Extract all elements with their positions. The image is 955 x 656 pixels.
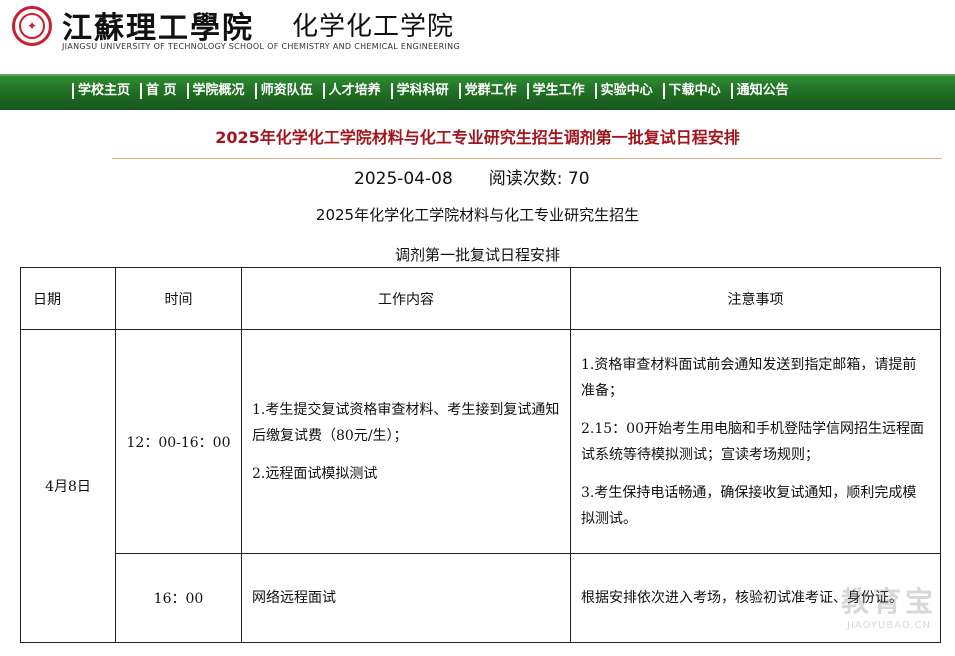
watermark-text: 教育宝 — [840, 585, 937, 618]
school-name[interactable]: 化学化工学院 — [292, 6, 454, 43]
header-content: 工作内容 — [241, 267, 571, 330]
content-item: 1.考生提交复试资格审查材料、考生接到复试通知后缴复试费（80元/生）； — [252, 401, 560, 444]
nav-item-students[interactable]: 学生工作 — [526, 83, 591, 99]
nav-item-party[interactable]: 党群工作 — [458, 83, 523, 99]
nav-item-school-home[interactable]: 学校主页 — [72, 83, 136, 99]
header-notes: 注意事项 — [570, 267, 941, 330]
header-time: 时间 — [115, 267, 242, 330]
article-meta: 2025-04-08 阅读次数: 70 — [354, 164, 590, 189]
table-header-row: 日期 时间 工作内容 注意事项 — [20, 267, 941, 330]
article-title: 2025年化学化工学院材料与化工专业研究生招生调剂第一批复试日程安排 — [215, 128, 740, 147]
nav-item-education[interactable]: 人才培养 — [322, 83, 387, 99]
seal-inner-ring: ✦ — [19, 13, 45, 39]
table-row: 16：00 网络远程面试 根据安排依次进入考场，核验初试准考证、身份证。 — [21, 553, 941, 643]
content-cell: 网络远程面试 — [241, 553, 571, 643]
title-divider — [112, 158, 942, 159]
nav-item-home[interactable]: 首 页 — [140, 83, 183, 99]
view-count: 阅读次数: 70 — [488, 169, 590, 189]
watermark-logo: 教育宝 JIAOYUBAO.CN — [841, 580, 937, 631]
nav-list: 学校主页 首 页 学院概况 师资队伍 人才培养 学科科研 党群工作 学生工作 实… — [72, 83, 799, 99]
time-cell: 16：00 — [115, 553, 242, 643]
note-item: 1.资格审查材料面试前会通知发送到指定邮箱，请提前准备； — [581, 356, 917, 399]
schedule-table: 日期 时间 工作内容 注意事项 4月8日 12：00-16：00 1.考生提交复… — [20, 267, 941, 643]
note-item: 2.15：00开始考生用电脑和手机登陆学信网招生远程面试系统等待模拟测试；宣读考… — [581, 420, 924, 463]
nav-item-notices[interactable]: 通知公告 — [730, 83, 795, 99]
publish-date: 2025-04-08 — [354, 169, 453, 189]
university-seal-icon[interactable]: ✦ — [12, 6, 52, 46]
time-cell: 12：00-16：00 — [115, 329, 242, 554]
content-item: 2.远程面试模拟测试 — [252, 465, 378, 482]
nav-item-downloads[interactable]: 下载中心 — [662, 83, 727, 99]
content-item: 网络远程面试 — [252, 590, 336, 606]
nav-item-faculty[interactable]: 师资队伍 — [254, 83, 319, 99]
content-cell: 1.考生提交复试资格审查材料、考生接到复试通知后缴复试费（80元/生）； 2.远… — [241, 329, 571, 554]
nav-item-overview[interactable]: 学院概况 — [186, 83, 251, 99]
note-item: 3.考生保持电话畅通，确保接收复试通知，顺利完成模拟测试。 — [581, 484, 917, 527]
main-nav: 学校主页 首 页 学院概况 师资队伍 人才培养 学科科研 党群工作 学生工作 实… — [0, 74, 955, 110]
university-name[interactable]: 江蘇理工學院 — [62, 3, 254, 47]
nav-item-research[interactable]: 学科科研 — [390, 83, 455, 99]
table-row: 4月8日 12：00-16：00 1.考生提交复试资格审查材料、考生接到复试通知… — [20, 329, 941, 643]
schedule-heading-line1: 2025年化学化工学院材料与化工专业研究生招生 — [315, 206, 640, 224]
schedule-heading-line2: 调剂第一批复试日程安排 — [394, 246, 560, 264]
date-cell: 4月8日 — [20, 329, 116, 643]
watermark-domain: JIAOYUBAO.CN — [847, 620, 931, 631]
nav-item-lab[interactable]: 实验中心 — [594, 83, 659, 99]
notes-cell: 1.资格审查材料面试前会通知发送到指定邮箱，请提前准备； 2.15：00开始考生… — [570, 329, 941, 554]
school-subtitle-english: JIANGSU UNIVERSITY OF TECHNOLOGY SCHOOL … — [62, 42, 460, 51]
header-date: 日期 — [20, 267, 116, 330]
site-header: ✦ 江蘇理工學院 化学化工学院 JIANGSU UNIVERSITY OF TE… — [0, 0, 955, 74]
